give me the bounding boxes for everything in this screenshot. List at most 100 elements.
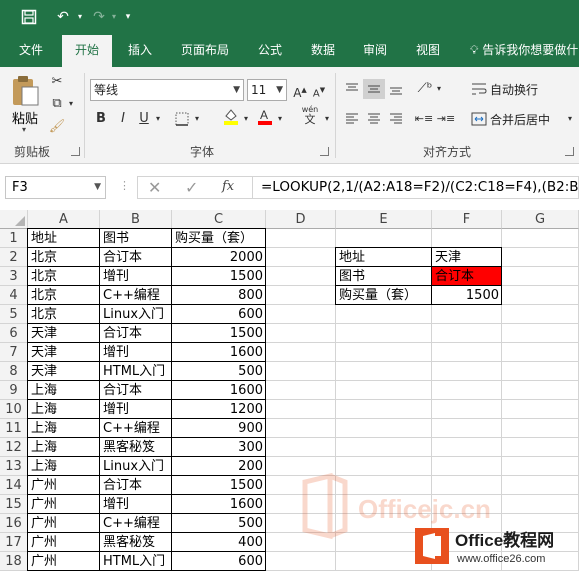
- formula-input[interactable]: =LOOKUP(2,1/(A2:A18=F2)/(C2:C18=F4),(B2:…: [252, 176, 579, 199]
- table-cell[interactable]: 上海: [28, 438, 100, 457]
- row-header-13[interactable]: 13: [0, 457, 28, 476]
- increase-indent-icon[interactable]: ⇥≡: [436, 109, 456, 129]
- table-cell[interactable]: 广州: [28, 533, 100, 552]
- row-header-11[interactable]: 11: [0, 419, 28, 438]
- lookup-book-label[interactable]: 图书: [336, 267, 432, 286]
- tab-view[interactable]: 视图: [405, 35, 451, 67]
- tab-insert[interactable]: 插入: [116, 35, 164, 67]
- merge-center-button[interactable]: 合并后居中: [490, 111, 550, 128]
- row-header-7[interactable]: 7: [0, 343, 28, 362]
- merge-dropdown-icon[interactable]: ▾: [565, 109, 575, 129]
- italic-icon[interactable]: I: [116, 109, 130, 129]
- align-middle-icon[interactable]: [363, 79, 385, 99]
- table-cell[interactable]: 增刊: [100, 343, 172, 362]
- underline-icon[interactable]: U: [137, 109, 151, 129]
- select-all-corner[interactable]: [0, 210, 28, 229]
- font-name-combo[interactable]: 等线 ▼: [90, 79, 244, 101]
- table-cell[interactable]: 合订本: [100, 324, 172, 343]
- tab-review[interactable]: 审阅: [352, 35, 398, 67]
- table-cell[interactable]: 900: [172, 419, 266, 438]
- font-color-dropdown-icon[interactable]: ▾: [275, 109, 285, 129]
- row-header-8[interactable]: 8: [0, 362, 28, 381]
- table-cell[interactable]: 天津: [28, 362, 100, 381]
- table-cell[interactable]: 1500: [172, 267, 266, 286]
- tab-data[interactable]: 数据: [300, 35, 346, 67]
- row-header-6[interactable]: 6: [0, 324, 28, 343]
- row-header-16[interactable]: 16: [0, 514, 28, 533]
- phonetic-guide-icon[interactable]: wén 文: [298, 105, 322, 125]
- tell-me-search[interactable]: 💡︎ 告诉我你想要做什: [470, 35, 578, 67]
- alignment-launcher-icon[interactable]: [565, 147, 574, 156]
- row-header-12[interactable]: 12: [0, 438, 28, 457]
- insert-function-icon[interactable]: fx: [222, 179, 234, 194]
- table-cell[interactable]: 上海: [28, 381, 100, 400]
- row-header-1[interactable]: 1: [0, 229, 28, 248]
- row-header-18[interactable]: 18: [0, 552, 28, 571]
- table-cell[interactable]: 1500: [172, 324, 266, 343]
- fill-color-dropdown-icon[interactable]: ▾: [241, 109, 251, 129]
- row-header-3[interactable]: 3: [0, 267, 28, 286]
- lookup-qty-label[interactable]: 购买量（套）: [336, 286, 432, 305]
- table-cell[interactable]: 天津: [28, 343, 100, 362]
- table-header-cell[interactable]: 购买量（套）: [172, 229, 266, 248]
- table-cell[interactable]: 上海: [28, 419, 100, 438]
- row-header-9[interactable]: 9: [0, 381, 28, 400]
- decrease-indent-icon[interactable]: ⇤≡: [414, 109, 434, 129]
- table-cell[interactable]: 北京: [28, 286, 100, 305]
- tab-home[interactable]: 开始: [62, 35, 112, 67]
- table-cell[interactable]: HTML入门: [100, 362, 172, 381]
- row-header-10[interactable]: 10: [0, 400, 28, 419]
- orientation-icon[interactable]: ⟋ᵇ: [414, 79, 436, 99]
- table-cell[interactable]: 北京: [28, 267, 100, 286]
- row-header-14[interactable]: 14: [0, 476, 28, 495]
- align-right-icon[interactable]: [385, 109, 407, 129]
- table-header-cell[interactable]: 图书: [100, 229, 172, 248]
- align-center-icon[interactable]: [363, 109, 385, 129]
- customize-toolbar-icon[interactable]: ▾: [121, 6, 135, 28]
- table-cell[interactable]: Linux入门: [100, 305, 172, 324]
- table-cell[interactable]: 1600: [172, 381, 266, 400]
- table-cell[interactable]: 增刊: [100, 267, 172, 286]
- table-cell[interactable]: 合订本: [100, 381, 172, 400]
- table-cell[interactable]: 广州: [28, 552, 100, 571]
- lookup-qty-value[interactable]: 1500: [432, 286, 502, 305]
- table-cell[interactable]: 600: [172, 305, 266, 324]
- table-cell[interactable]: 200: [172, 457, 266, 476]
- align-left-icon[interactable]: [341, 109, 363, 129]
- orientation-dropdown-icon[interactable]: ▾: [434, 79, 444, 99]
- cut-icon[interactable]: ✂: [47, 72, 67, 92]
- table-cell[interactable]: 500: [172, 362, 266, 381]
- table-cell[interactable]: 300: [172, 438, 266, 457]
- enter-icon[interactable]: ✓: [185, 178, 198, 197]
- redo-dropdown-icon[interactable]: ▾: [109, 6, 119, 28]
- table-cell[interactable]: 1500: [172, 476, 266, 495]
- copy-dropdown-icon[interactable]: ▾: [66, 94, 76, 114]
- phonetic-dropdown-icon[interactable]: ▾: [322, 109, 332, 129]
- grow-font-icon[interactable]: A▲: [292, 80, 308, 100]
- table-cell[interactable]: 广州: [28, 514, 100, 533]
- name-box[interactable]: F3 ▼: [5, 176, 106, 199]
- underline-dropdown-icon[interactable]: ▾: [153, 109, 163, 129]
- table-cell[interactable]: 1200: [172, 400, 266, 419]
- column-header-d[interactable]: D: [266, 210, 336, 229]
- lookup-addr-value[interactable]: 天津: [432, 248, 502, 267]
- row-header-5[interactable]: 5: [0, 305, 28, 324]
- format-painter-icon[interactable]: 🖌︎: [47, 117, 67, 137]
- row-header-2[interactable]: 2: [0, 248, 28, 267]
- table-cell[interactable]: 增刊: [100, 495, 172, 514]
- table-cell[interactable]: 1600: [172, 495, 266, 514]
- table-cell[interactable]: 1600: [172, 343, 266, 362]
- table-cell[interactable]: C++编程: [100, 419, 172, 438]
- cancel-icon[interactable]: ✕: [148, 178, 161, 197]
- save-icon[interactable]: [18, 6, 40, 28]
- worksheet-grid[interactable]: ABCDEFG 12345678910111213141516171819 地址…: [0, 210, 579, 571]
- tab-page-layout[interactable]: 页面布局: [172, 35, 238, 67]
- table-cell[interactable]: 增刊: [100, 400, 172, 419]
- merge-center-icon[interactable]: [469, 109, 489, 129]
- column-header-g[interactable]: G: [502, 210, 579, 229]
- font-color-icon[interactable]: A: [256, 107, 274, 127]
- paste-icon[interactable]: [10, 75, 40, 107]
- column-header-a[interactable]: A: [28, 210, 100, 229]
- column-header-c[interactable]: C: [172, 210, 266, 229]
- table-cell[interactable]: 2000: [172, 248, 266, 267]
